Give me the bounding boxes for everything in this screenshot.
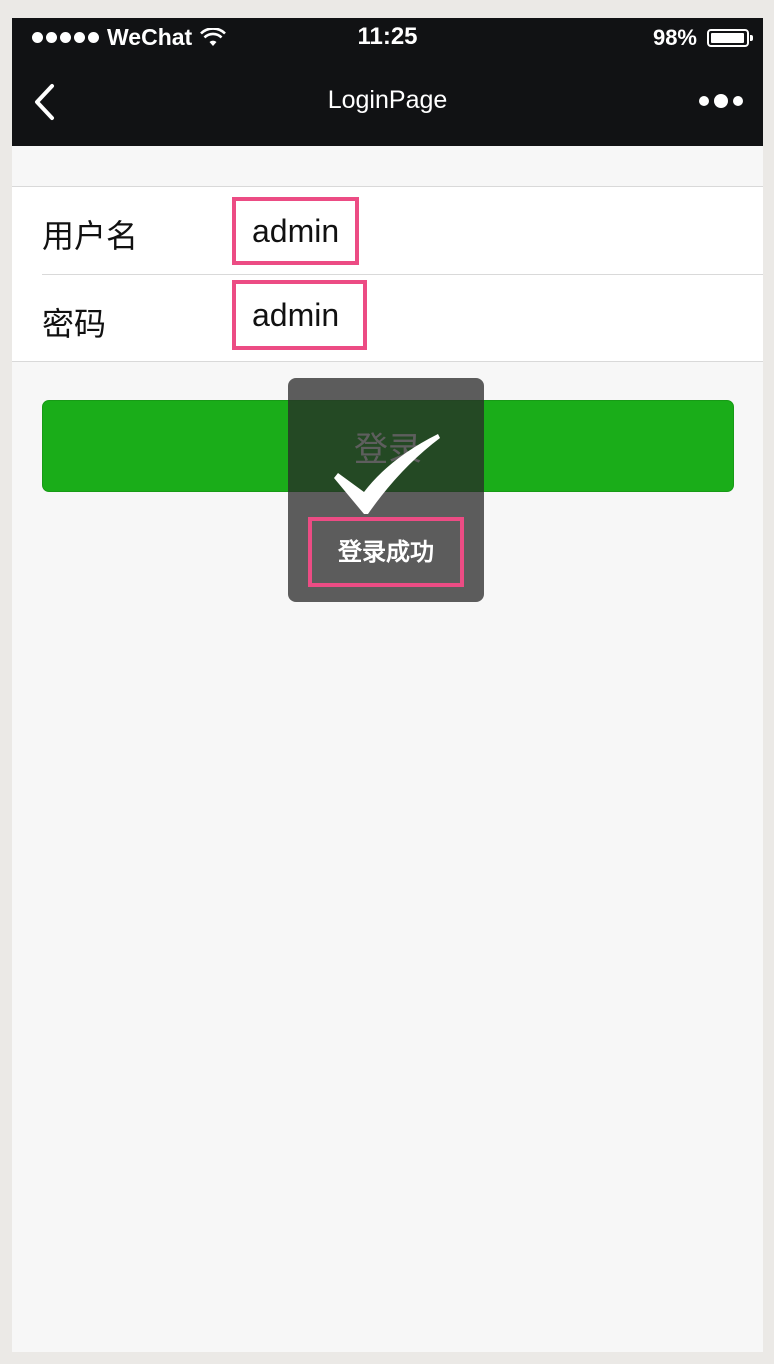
checkmark-icon [334,434,440,514]
password-row: 密码 admin [42,275,763,362]
password-label: 密码 [42,305,107,343]
more-options-icon[interactable] [699,94,743,108]
page-title: LoginPage [327,86,448,114]
success-toast: 登录成功 [288,378,484,602]
status-time: 11:25 [357,23,418,50]
username-input[interactable]: admin [232,197,360,265]
battery-status: 98% [652,25,753,51]
password-input[interactable]: admin [232,280,368,350]
battery-icon [707,29,753,47]
navigation-bar: LoginPage [12,58,763,146]
username-row: 用户名 admin [42,187,763,275]
status-bar: WeChat 11:25 98% [12,18,763,58]
username-label: 用户名 [42,217,139,255]
toast-message: 登录成功 [308,517,464,587]
phone-screen: WeChat 11:25 98% LoginPage 用户名 admin 密码 [12,18,763,1352]
battery-percent: 98% [652,25,697,50]
login-form: 用户名 admin 密码 admin [12,186,763,362]
